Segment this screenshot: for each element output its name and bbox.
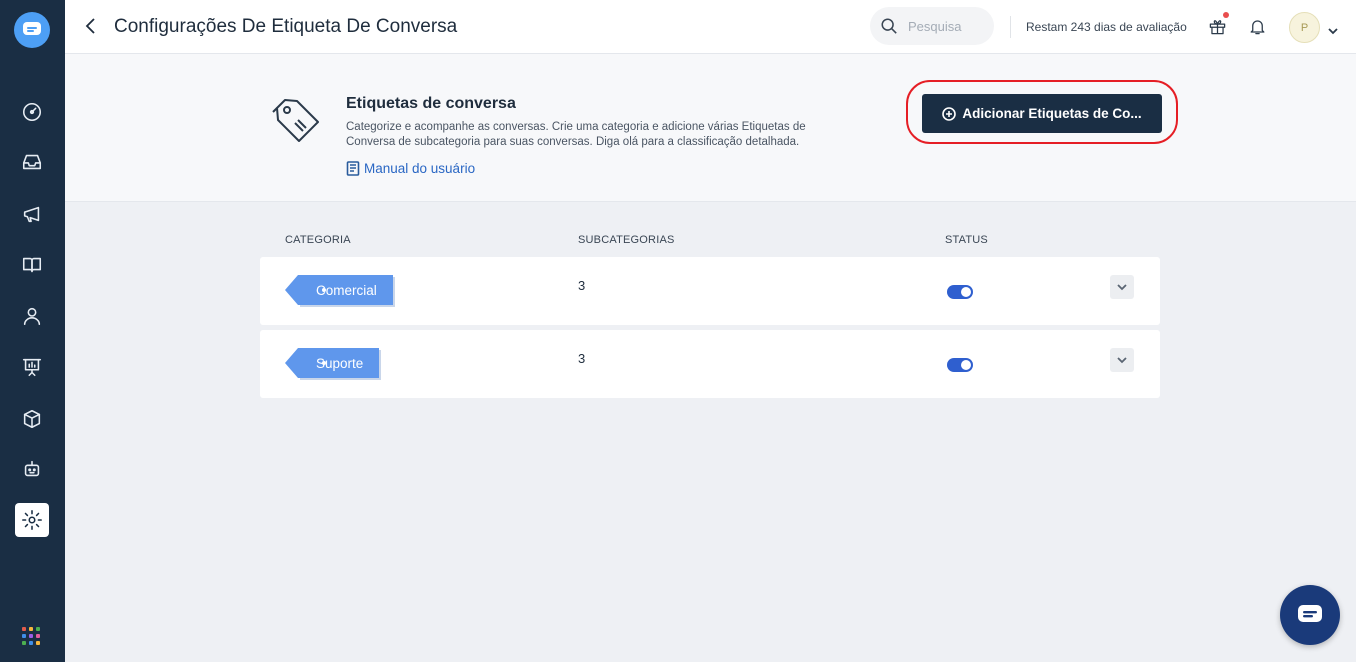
contacts-icon[interactable] [15, 299, 49, 333]
chevron-left-icon [85, 18, 95, 34]
tag-tip [285, 348, 298, 378]
info-title: Etiquetas de conversa [346, 95, 516, 112]
chevron-down-icon[interactable] [1328, 22, 1338, 35]
info-panel: Etiquetas de conversa Categorize e acomp… [65, 54, 1356, 202]
tag-hole [322, 361, 326, 365]
header-divider [1010, 16, 1011, 38]
chevron-down-icon [1117, 356, 1127, 363]
campaigns-icon[interactable] [15, 197, 49, 231]
notifications-button[interactable] [1245, 14, 1269, 38]
category-tag-label: Suporte [298, 348, 380, 378]
apps-grid-icon[interactable] [22, 627, 40, 645]
user-manual-label: Manual do usuário [364, 161, 476, 176]
tag-hole [322, 288, 326, 292]
app-logo-icon[interactable] [14, 12, 50, 48]
whats-new-button[interactable] [1205, 12, 1229, 38]
table-row: Comercial 3 [260, 257, 1160, 325]
info-description: Categorize e acompanhe as conversas. Cri… [346, 121, 806, 148]
add-conversation-tags-button[interactable]: Adicionar Etiquetas de Co... [922, 94, 1162, 133]
reports-icon[interactable] [15, 350, 49, 384]
tag-tip [285, 275, 298, 305]
plus-circle-icon [942, 106, 957, 121]
settings-icon[interactable] [15, 503, 49, 537]
dashboard-icon[interactable] [15, 95, 49, 129]
bell-icon [1250, 19, 1264, 34]
expand-row-button[interactable] [1110, 348, 1134, 372]
add-button-label: Adicionar Etiquetas de Co... [962, 106, 1142, 121]
inbox-icon[interactable] [15, 145, 49, 179]
chevron-down-icon [1117, 283, 1127, 290]
gift-icon [1209, 19, 1225, 34]
integrations-icon[interactable] [15, 402, 49, 436]
back-button[interactable] [79, 14, 103, 38]
search-input[interactable] [908, 18, 978, 34]
top-header: Configurações De Etiqueta De Conversa Re… [65, 0, 1356, 54]
subcategory-count: 3 [578, 278, 586, 293]
bots-icon[interactable] [15, 452, 49, 486]
search-box[interactable] [870, 7, 994, 45]
column-header-status: STATUS [945, 234, 988, 246]
status-toggle[interactable] [947, 358, 973, 372]
user-manual-link[interactable]: Manual do usuário [346, 161, 475, 176]
status-toggle[interactable] [947, 285, 973, 299]
trial-status: Restam 243 dias de avaliação [1026, 20, 1187, 34]
chat-icon [1298, 605, 1322, 622]
book-icon [346, 161, 360, 176]
search-icon [881, 18, 897, 34]
category-tag-label: Comercial [298, 275, 393, 305]
table-row: Suporte 3 [260, 330, 1160, 398]
expand-row-button[interactable] [1110, 275, 1134, 299]
subcategory-count: 3 [578, 351, 586, 366]
tag-illustration-icon [268, 92, 324, 148]
column-header-category: CATEGORIA [285, 234, 351, 246]
notification-dot [1223, 12, 1229, 18]
category-tag: Suporte [285, 348, 380, 378]
sidebar [0, 0, 65, 662]
knowledge-base-icon[interactable] [15, 248, 49, 282]
avatar[interactable]: P [1289, 12, 1320, 43]
page-title: Configurações De Etiqueta De Conversa [114, 16, 458, 37]
column-header-subcategories: SUBCATEGORIAS [578, 234, 675, 246]
category-tag: Comercial [285, 275, 393, 305]
chat-widget-button[interactable] [1280, 585, 1340, 645]
